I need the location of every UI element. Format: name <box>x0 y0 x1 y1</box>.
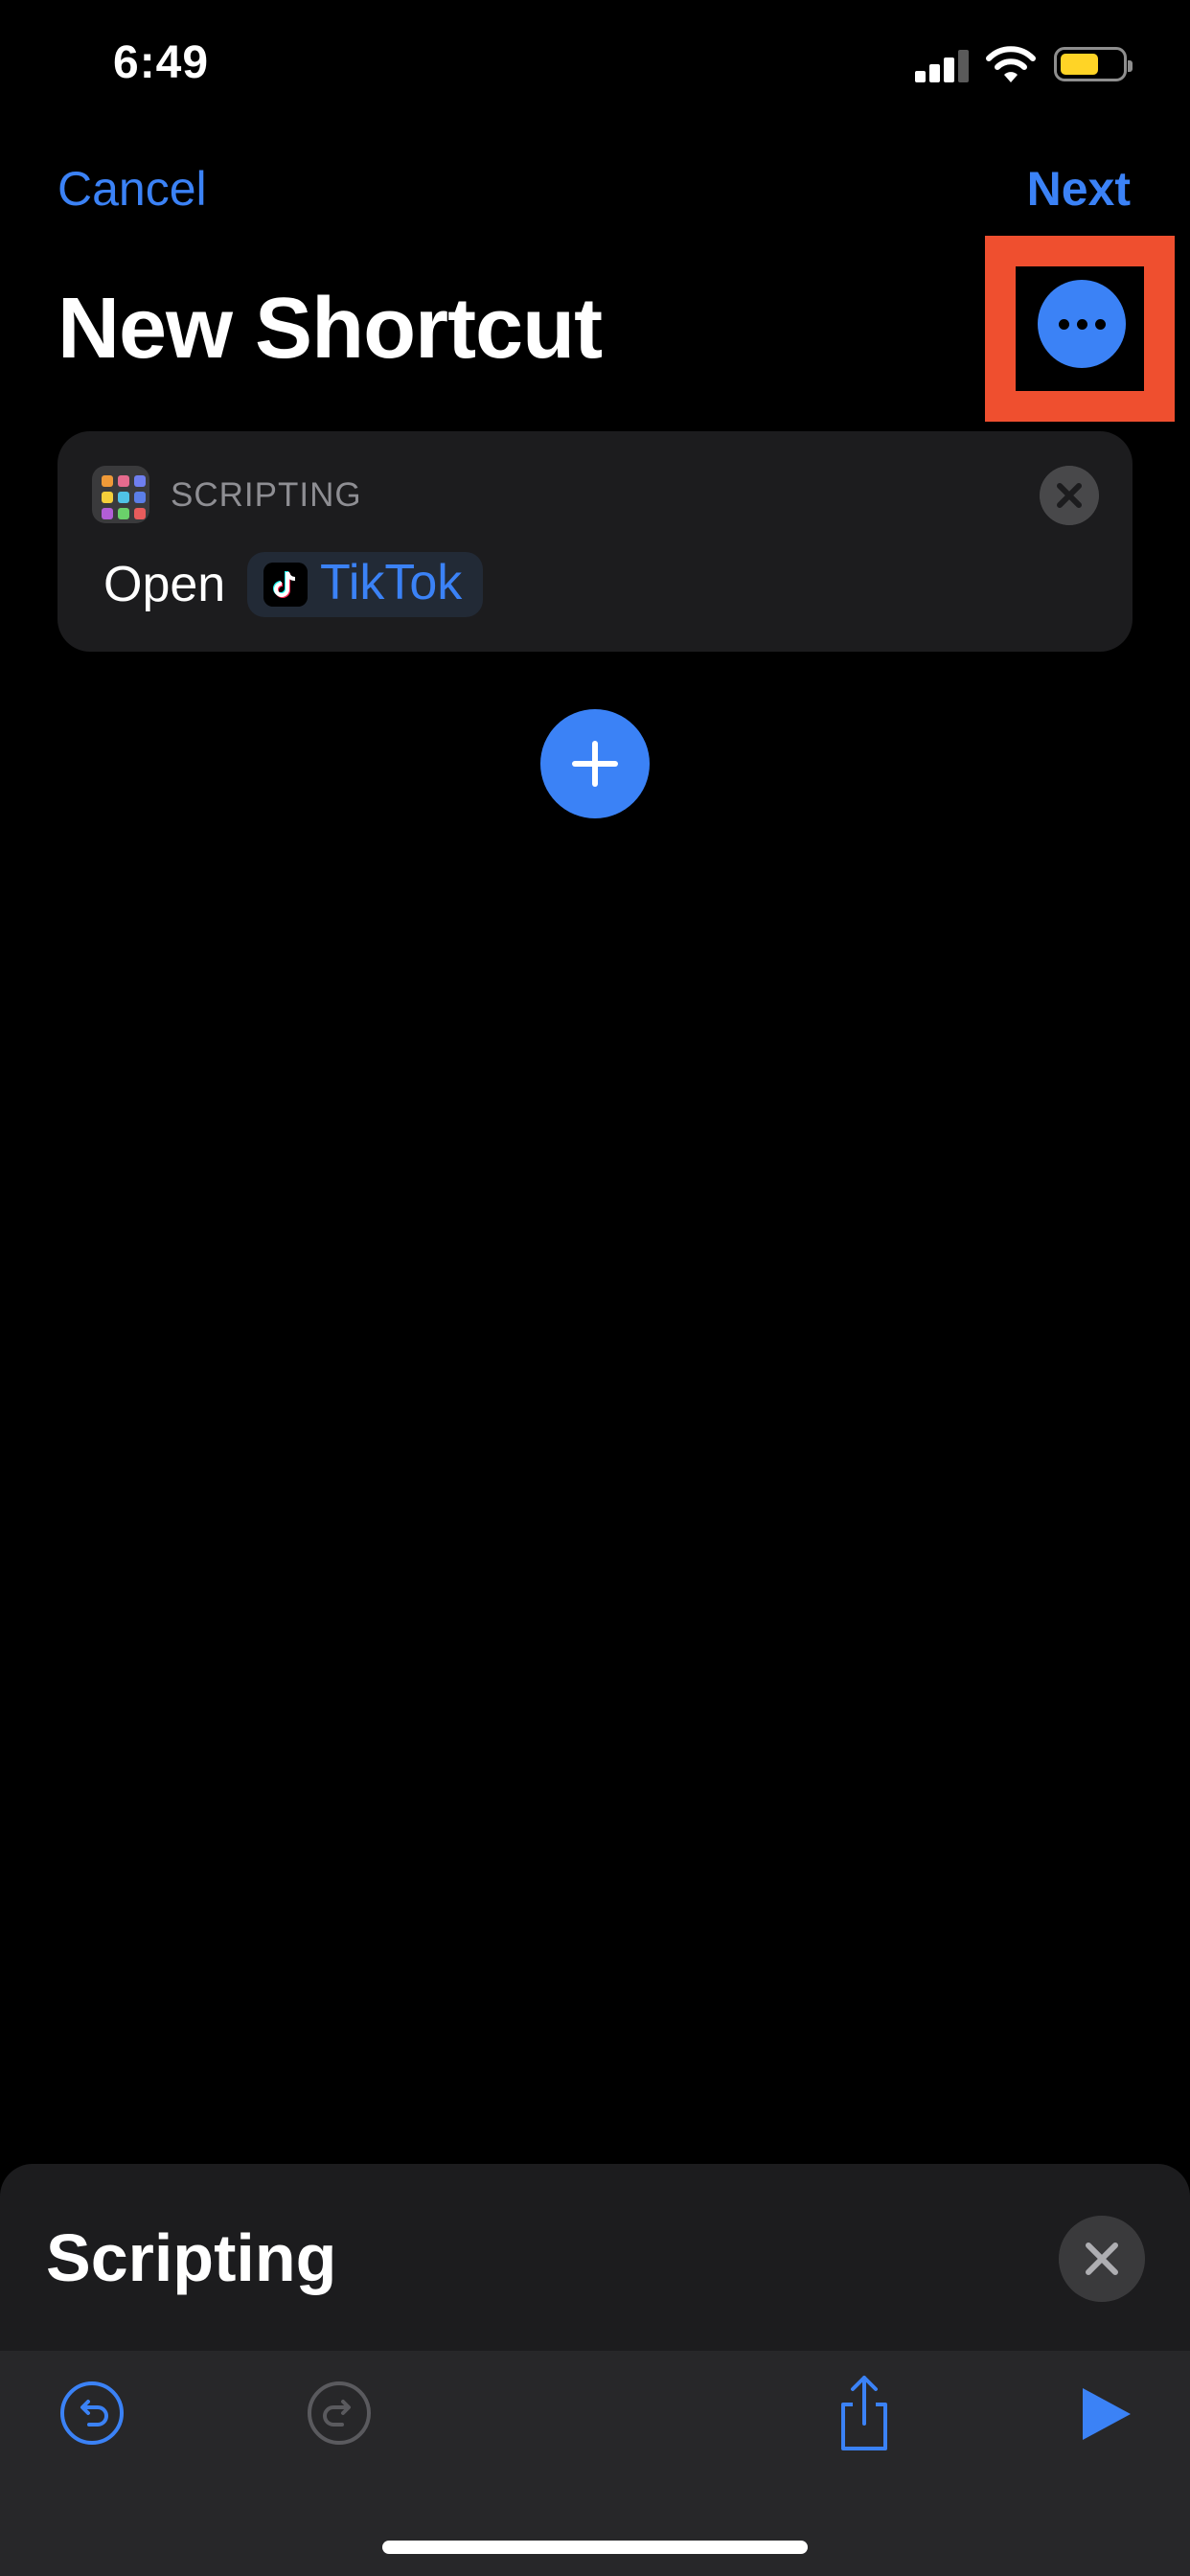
scripting-app-icon <box>92 466 149 523</box>
add-action-button[interactable] <box>540 709 650 818</box>
play-icon[interactable] <box>1077 2384 1134 2444</box>
home-indicator <box>382 2541 808 2554</box>
remove-action-close-icon[interactable] <box>1040 466 1099 525</box>
action-card[interactable] <box>57 431 1133 652</box>
next-button[interactable]: Next <box>1027 161 1131 217</box>
ellipsis-dot <box>1076 318 1087 330</box>
tiktok-icon <box>263 563 308 607</box>
app-name-label[interactable]: TikTok <box>320 554 462 611</box>
redo-icon[interactable] <box>305 2379 374 2448</box>
ellipsis-dot <box>1094 318 1106 330</box>
wifi-icon <box>986 46 1036 82</box>
panel-title: Scripting <box>46 2220 337 2295</box>
status-time: 6:49 <box>113 37 210 88</box>
action-verb: Open <box>103 557 226 612</box>
more-options-button[interactable] <box>1038 280 1126 368</box>
share-icon[interactable] <box>830 2372 899 2452</box>
page-title: New Shortcut <box>57 281 603 377</box>
action-category-label: SCRIPTING <box>171 476 362 514</box>
cellular-signal-icon <box>915 50 971 82</box>
ellipsis-icon <box>1058 318 1069 330</box>
cancel-button[interactable]: Cancel <box>57 161 207 217</box>
panel-close-icon[interactable] <box>1059 2216 1145 2302</box>
undo-icon[interactable] <box>57 2379 126 2448</box>
battery-icon <box>1054 47 1133 81</box>
